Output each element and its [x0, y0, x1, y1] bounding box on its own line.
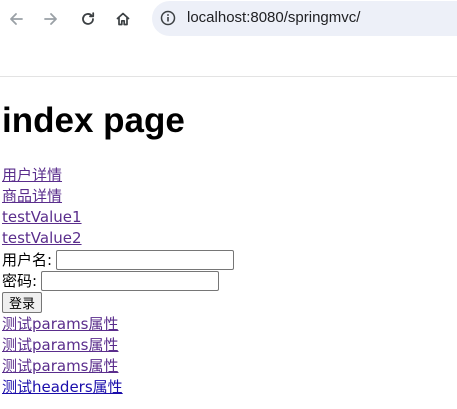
- link-test-value-2[interactable]: testValue2: [2, 229, 82, 247]
- link-test-params-3[interactable]: 测试params属性: [2, 357, 119, 375]
- password-row: 密码:: [2, 270, 452, 291]
- arrow-left-icon: [10, 13, 23, 25]
- forward-button[interactable]: [38, 6, 64, 32]
- password-input[interactable]: [41, 270, 220, 291]
- submit-row: 登录: [2, 291, 452, 314]
- heading-spacer: [2, 144, 452, 165]
- toolbar-divider: [0, 76, 457, 77]
- reload-icon: [82, 12, 95, 25]
- link-test-value-1[interactable]: testValue1: [2, 208, 82, 226]
- username-label: 用户名:: [2, 251, 53, 269]
- username-input[interactable]: [56, 249, 235, 270]
- address-bar[interactable]: localhost:8080/springmvc/: [152, 1, 457, 36]
- link-product-detail[interactable]: 商品详情: [2, 187, 62, 205]
- link-test-params-1[interactable]: 测试params属性: [2, 315, 119, 333]
- link-user-detail[interactable]: 用户详情: [2, 166, 62, 184]
- home-button[interactable]: [110, 6, 136, 32]
- home-icon: [116, 12, 130, 26]
- login-form: 用户名: 密码: 登录: [2, 249, 452, 314]
- page-title: index page: [2, 101, 185, 140]
- link-test-headers[interactable]: 测试headers属性: [2, 378, 123, 396]
- username-row: 用户名:: [2, 249, 452, 270]
- reload-button[interactable]: [75, 6, 101, 32]
- arrow-right-icon: [44, 13, 57, 25]
- info-circle-icon[interactable]: [160, 10, 176, 26]
- browser-toolbar: localhost:8080/springmvc/: [0, 0, 457, 38]
- page-content: index page 用户详情 商品详情 testValue1 testValu…: [2, 98, 452, 398]
- password-label: 密码:: [2, 272, 38, 290]
- login-button[interactable]: 登录: [2, 292, 43, 313]
- url-text[interactable]: localhost:8080/springmvc/: [187, 9, 360, 26]
- back-button[interactable]: [3, 6, 29, 32]
- link-test-params-2[interactable]: 测试params属性: [2, 336, 119, 354]
